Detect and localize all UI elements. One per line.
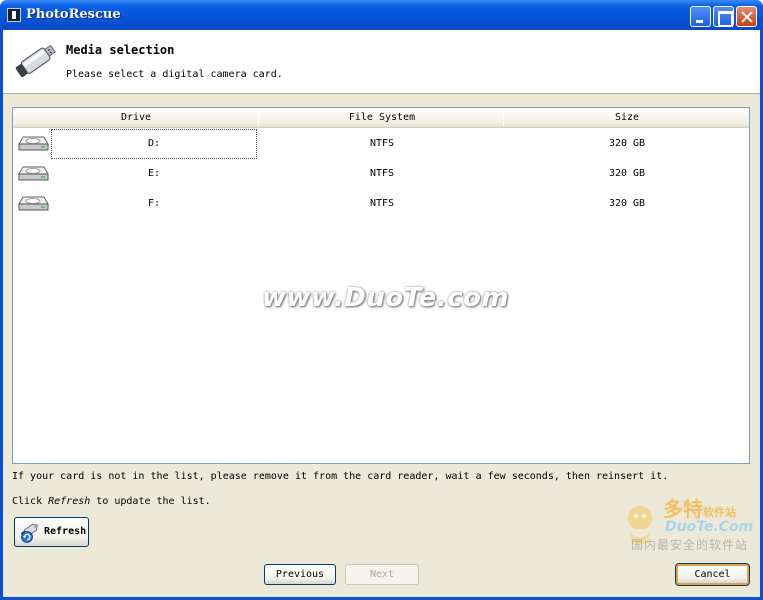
drive-row[interactable]: E: NTFS 320 GB [13, 159, 749, 189]
minimize-button[interactable] [690, 6, 711, 27]
hard-drive-icon [18, 136, 49, 151]
column-header-size[interactable]: Size [505, 108, 749, 128]
drive-letter: F: [147, 198, 161, 209]
window-title: PhotoRescue [26, 7, 121, 22]
site-watermark: www.DuoTe.com [262, 283, 509, 313]
refresh-hint-prefix: Click [12, 496, 49, 507]
refresh-hint-emphasis: Refresh [48, 496, 91, 507]
drive-letter: D: [51, 129, 257, 159]
refresh-button[interactable]: Refresh [14, 517, 89, 547]
drive-letter: E: [147, 168, 161, 179]
refresh-hint: Click Refresh to update the list. [12, 496, 211, 507]
brand-suffix: 软件站 [703, 506, 736, 519]
wizard-header: Media selection Please select a digital … [3, 30, 760, 94]
drive-list[interactable]: Drive File System Size D: NTFS 320 GB E:… [12, 107, 750, 464]
drive-size: 320 GB [608, 138, 646, 149]
refresh-label: Refresh [44, 526, 87, 537]
usb-drive-icon [15, 44, 56, 77]
app-window: PhotoRescue Media selection Please selec… [0, 0, 763, 600]
hard-drive-icon [18, 166, 49, 181]
refresh-drive-icon [21, 523, 40, 543]
close-button[interactable] [736, 6, 757, 27]
reinsert-hint: If your card is not in the list, please … [12, 471, 669, 482]
file-system: NTFS [369, 198, 395, 209]
next-button[interactable]: Next [345, 564, 419, 585]
refresh-hint-suffix: to update the list. [90, 496, 211, 507]
brand-name: 多特 [663, 497, 703, 521]
column-header-drive[interactable]: Drive [13, 108, 259, 128]
list-header: Drive File System Size [13, 108, 749, 128]
file-system: NTFS [369, 168, 395, 179]
dialog-body: Media selection Please select a digital … [3, 30, 760, 597]
column-divider[interactable] [503, 111, 504, 126]
page-title: Media selection [66, 43, 175, 57]
drive-row[interactable]: D: NTFS 320 GB [13, 129, 749, 159]
brand-watermark: 多特软件站 [663, 493, 736, 522]
drive-size: 320 GB [608, 168, 646, 179]
brand-domain: DuoTe.Com [665, 519, 754, 535]
app-icon [7, 8, 21, 22]
maximize-button[interactable] [713, 6, 734, 27]
file-system: NTFS [369, 138, 395, 149]
previous-button[interactable]: Previous [264, 564, 336, 585]
brand-tagline: 国内最安全的软件站 [631, 538, 749, 552]
page-subtitle: Please select a digital camera card. [66, 69, 283, 80]
column-header-file-system[interactable]: File System [259, 108, 505, 128]
drive-row[interactable]: F: NTFS 320 GB [13, 189, 749, 219]
title-bar[interactable]: PhotoRescue [0, 0, 763, 30]
drive-size: 320 GB [608, 198, 646, 209]
hard-drive-icon [18, 196, 49, 211]
